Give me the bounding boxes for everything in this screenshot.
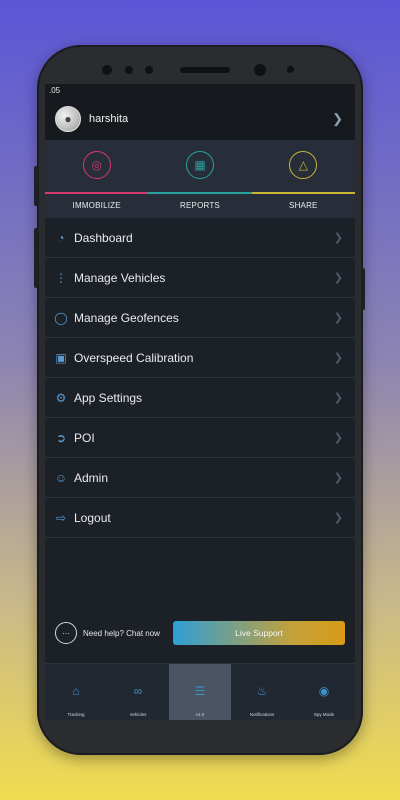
chevron-right-icon: ❯: [333, 312, 343, 324]
menu-item-overspeed-calibration[interactable]: ▣ Overspeed Calibration ❯: [45, 338, 355, 378]
accent-line: [45, 192, 149, 194]
tab-label: Vehicles: [129, 712, 147, 717]
volume-down-button: [34, 228, 38, 288]
menu-icon: ☰: [194, 684, 206, 698]
menu-item-app-settings[interactable]: ⚙ App Settings ❯: [45, 378, 355, 418]
chat-icon[interactable]: ⋯: [55, 622, 77, 644]
menu-item-label: Logout: [74, 510, 111, 525]
side-menu: ◔ Dashboard ❯ ⋮ Manage Vehicles ❯ ◯ Mana…: [45, 218, 355, 538]
quick-action-share[interactable]: △ SHARE: [251, 140, 355, 218]
quick-action-label: REPORTS: [180, 201, 220, 210]
user-header[interactable]: ● harshita ❯: [45, 98, 355, 140]
home-icon: ⌂: [72, 684, 80, 698]
chevron-right-icon: ❯: [332, 111, 343, 126]
tab-vehicles[interactable]: ∞ Vehicles: [107, 664, 169, 720]
status-time: .05: [49, 86, 61, 95]
reports-icon: ▦: [185, 151, 214, 179]
bell-icon: ♨: [256, 684, 268, 698]
tab-label: Tracking: [67, 712, 85, 717]
menu-item-label: Admin: [74, 470, 109, 485]
chevron-right-icon: ❯: [333, 272, 343, 284]
menu-item-poi[interactable]: ➲ POI ❯: [45, 418, 355, 458]
quick-action-reports[interactable]: ▦ REPORTS: [148, 140, 252, 218]
menu-item-label: Manage Geofences: [74, 310, 179, 325]
tab-notifications[interactable]: ♨ Notifications: [231, 664, 293, 720]
fingerprint-icon: ◎: [82, 151, 111, 179]
tab-menu[interactable]: ☰ v1.0: [169, 664, 231, 720]
chevron-right-icon: ❯: [333, 392, 343, 404]
logout-icon: ⇨: [55, 510, 67, 525]
vehicles-icon: ⋮: [55, 270, 67, 285]
link-icon: ∞: [133, 684, 143, 698]
chevron-right-icon: ❯: [333, 512, 343, 524]
quick-action-label: IMMOBILIZE: [72, 201, 121, 210]
apple-logo-icon: ●: [64, 112, 72, 126]
help-text: Need help? Chat now: [83, 628, 160, 638]
tab-label: Notifications: [249, 712, 275, 717]
dashboard-icon: ◔: [57, 230, 65, 245]
tab-tracking[interactable]: ⌂ Tracking: [45, 664, 107, 720]
quick-action-immobilize[interactable]: ◎ IMMOBILIZE: [45, 140, 149, 218]
menu-item-logout[interactable]: ⇨ Logout ❯: [45, 498, 355, 538]
power-button: [361, 268, 365, 310]
help-bar: ⋯ Need help? Chat now Live Support: [45, 610, 355, 656]
globe-icon: ◯: [54, 310, 68, 325]
avatar: ●: [55, 106, 81, 132]
sensor-icon: [145, 66, 153, 74]
poi-icon: ➲: [55, 430, 67, 445]
chevron-right-icon: ❯: [333, 472, 343, 484]
chevron-right-icon: ❯: [333, 432, 343, 444]
front-camera-icon: [254, 64, 266, 76]
settings-icon: ⚙: [55, 390, 67, 405]
tab-spy-mode[interactable]: ◉ Spy Mode: [293, 664, 355, 720]
menu-item-label: Manage Vehicles: [74, 270, 166, 285]
menu-item-label: Overspeed Calibration: [74, 350, 194, 365]
sensor-icon: [287, 66, 294, 73]
sensor-icon: [102, 65, 112, 75]
quick-action-label: SHARE: [289, 201, 318, 210]
car-icon: ▣: [55, 350, 67, 365]
menu-item-dashboard[interactable]: ◔ Dashboard ❯: [45, 218, 355, 258]
menu-item-manage-geofences[interactable]: ◯ Manage Geofences ❯: [45, 298, 355, 338]
quick-actions: ◎ IMMOBILIZE ▦ REPORTS △ SHARE: [45, 140, 355, 218]
accent-line: [148, 192, 252, 194]
volume-up-button: [34, 166, 38, 206]
menu-item-label: App Settings: [74, 390, 143, 405]
menu-item-manage-vehicles[interactable]: ⋮ Manage Vehicles ❯: [45, 258, 355, 298]
tab-label: v1.0: [195, 712, 205, 717]
share-icon: △: [289, 151, 318, 179]
sensor-icon: [125, 66, 133, 74]
tab-label: Spy Mode: [313, 712, 335, 717]
admin-icon: ☺: [54, 470, 68, 485]
user-name: harshita: [89, 113, 129, 125]
menu-item-admin[interactable]: ☺ Admin ❯: [45, 458, 355, 498]
bottom-tab-bar: ⌂ Tracking ∞ Vehicles ☰ v1.0 ♨ Notificat…: [45, 663, 355, 720]
accent-line: [251, 192, 355, 194]
live-support-button[interactable]: Live Support: [173, 621, 345, 645]
status-bar: .05: [45, 84, 355, 98]
chevron-right-icon: ❯: [333, 232, 343, 244]
menu-item-label: POI: [74, 430, 95, 445]
eye-icon: ◉: [318, 684, 330, 698]
chevron-right-icon: ❯: [333, 352, 343, 364]
menu-item-label: Dashboard: [74, 230, 133, 245]
app-screen: .05 ● harshita ❯ ◎ IMMOBILIZE ▦ REPORTS …: [45, 84, 355, 720]
speaker-grille: [180, 67, 230, 73]
